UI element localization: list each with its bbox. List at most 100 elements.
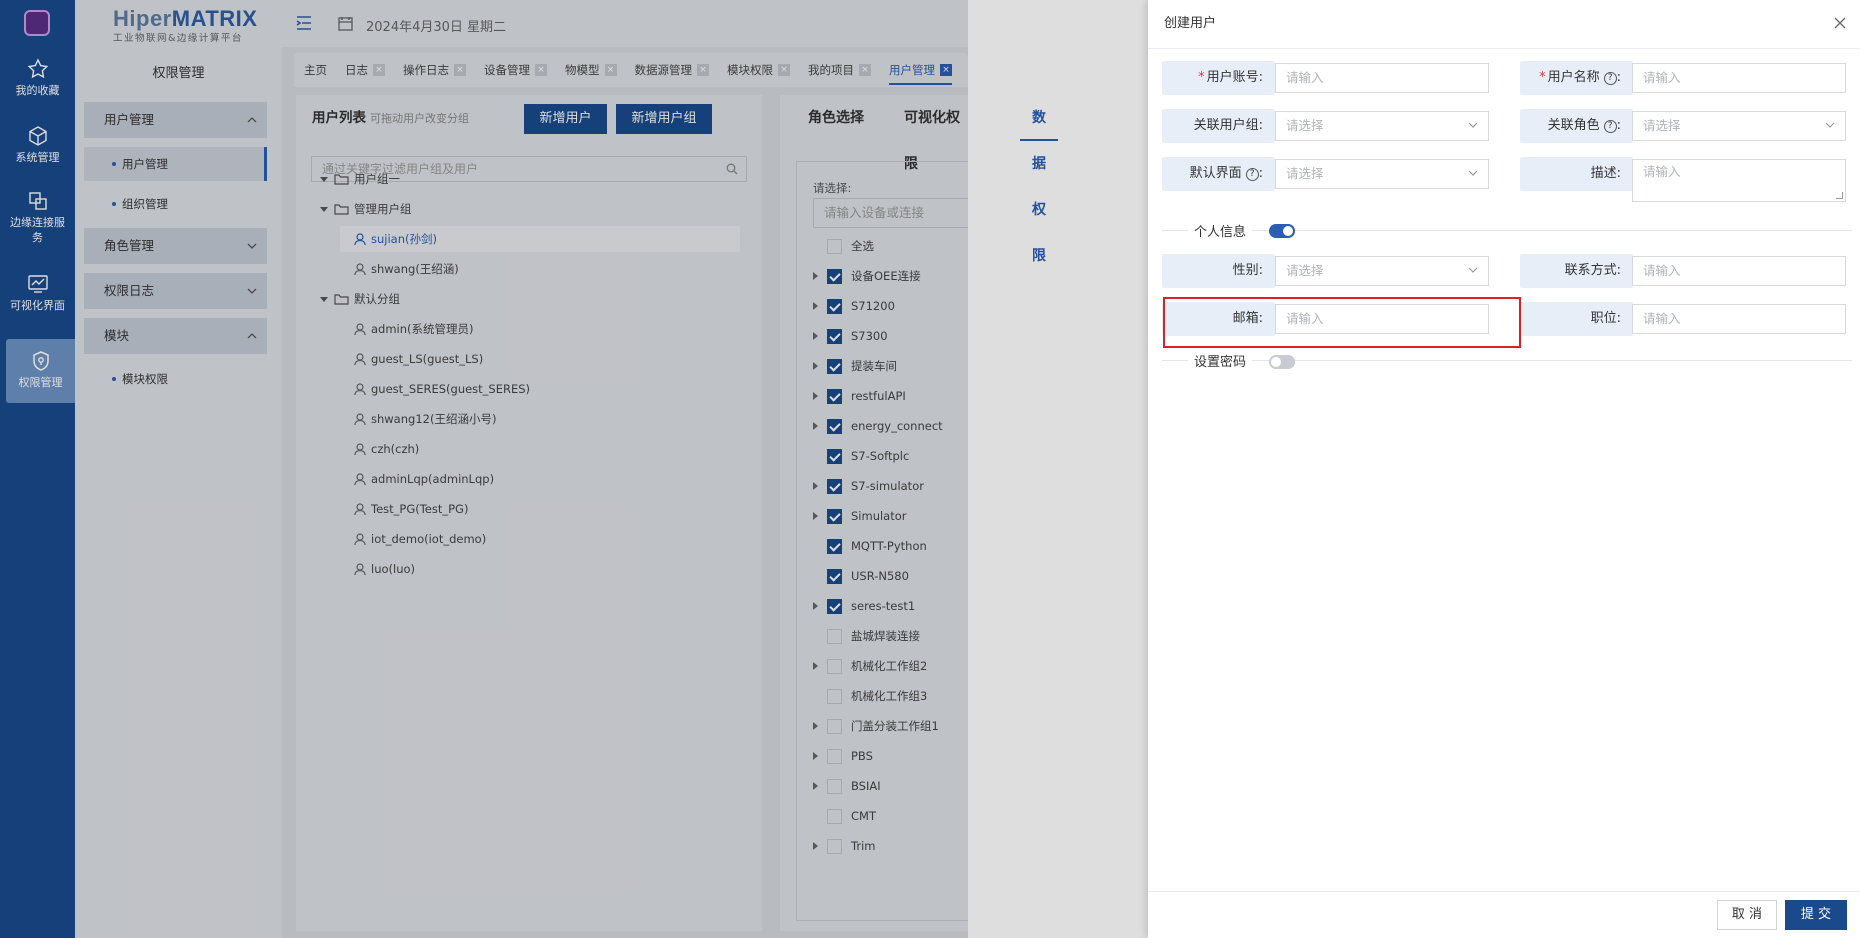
permission-item[interactable]: seres-test1 — [813, 591, 915, 621]
checkbox[interactable] — [827, 448, 842, 464]
checkbox[interactable] — [827, 598, 842, 614]
permission-item[interactable]: CMT — [827, 801, 876, 831]
contact-input[interactable]: 请输入 — [1632, 256, 1846, 286]
permission-item[interactable]: energy_connect — [813, 411, 943, 441]
tree-user[interactable]: admin(系统管理员) — [354, 316, 474, 342]
permission-item[interactable]: 设备OEE连接 — [813, 261, 921, 291]
tab-home[interactable]: 主页 — [304, 53, 327, 87]
caret-right-icon[interactable] — [813, 362, 818, 370]
caret-down-icon[interactable] — [320, 297, 328, 302]
device-search-input[interactable]: 请输入设备或连接 — [813, 198, 968, 228]
menu-collapse-icon[interactable] — [296, 16, 312, 30]
caret-right-icon[interactable] — [813, 752, 818, 760]
account-input[interactable]: 请输入 — [1275, 63, 1489, 93]
permission-item[interactable]: 提装车间 — [813, 351, 897, 381]
close-icon[interactable]: × — [373, 64, 385, 76]
permission-item[interactable]: Trim — [813, 831, 875, 861]
gender-select[interactable]: 请选择 — [1275, 256, 1489, 286]
permission-item[interactable]: S7300 — [813, 321, 888, 351]
caret-right-icon[interactable] — [813, 842, 818, 850]
tab-thing-model[interactable]: 物模型 × — [565, 53, 617, 87]
help-icon[interactable]: ? — [1603, 72, 1617, 85]
tab-log[interactable]: 日志 × — [345, 53, 385, 87]
checkbox[interactable] — [827, 388, 842, 404]
nav-group-user-mgmt[interactable]: 用户管理 — [84, 102, 267, 138]
tab-device-mgmt[interactable]: 设备管理 × — [484, 53, 547, 87]
permission-item[interactable]: S71200 — [813, 291, 895, 321]
caret-right-icon[interactable] — [813, 602, 818, 610]
caret-right-icon[interactable] — [813, 302, 818, 310]
rail-item-system[interactable]: 系统管理 — [0, 125, 75, 165]
tree-user[interactable]: shwang12(王绍涵小号) — [354, 406, 496, 432]
tree-group-default[interactable]: 默认分组 — [320, 286, 400, 312]
tree-user[interactable]: adminLqp(adminLqp) — [354, 466, 494, 492]
tree-group-1[interactable]: 用户组一 — [320, 166, 400, 192]
nav-group-role-mgmt[interactable]: 角色管理 — [84, 228, 267, 264]
nav-group-module[interactable]: 模块 — [84, 318, 267, 354]
tab-module-perm[interactable]: 模块权限 × — [727, 53, 790, 87]
checkbox[interactable] — [827, 328, 842, 344]
close-icon[interactable]: × — [604, 64, 617, 76]
close-icon[interactable]: × — [454, 64, 466, 76]
tree-user[interactable]: luo(luo) — [354, 556, 415, 582]
checkbox[interactable] — [827, 358, 842, 374]
checkbox[interactable] — [827, 508, 842, 524]
permission-item[interactable]: 机械化工作组3 — [827, 681, 927, 711]
personal-info-toggle[interactable] — [1269, 224, 1295, 238]
tree-group-admins[interactable]: 管理用户组 — [320, 196, 412, 222]
checkbox[interactable] — [827, 628, 842, 644]
position-input[interactable]: 请输入 — [1632, 304, 1846, 334]
username-input[interactable]: 请输入 — [1632, 63, 1846, 93]
nav-item-module-perm[interactable]: 模块权限 — [84, 362, 267, 396]
permission-item[interactable]: 盐城焊装连接 — [827, 621, 920, 651]
email-input[interactable]: 请输入 — [1275, 304, 1489, 334]
add-user-button[interactable]: 新增用户 — [524, 104, 607, 134]
checkbox[interactable] — [827, 778, 842, 794]
tab-data-perm[interactable]: 数据权限 — [1020, 95, 1058, 264]
caret-down-icon[interactable] — [320, 207, 328, 212]
permission-item[interactable]: PBS — [813, 741, 873, 771]
checkbox[interactable] — [827, 238, 842, 254]
caret-right-icon[interactable] — [813, 332, 818, 340]
tree-user[interactable]: iot_demo(iot_demo) — [354, 526, 486, 552]
close-icon[interactable]: × — [940, 64, 952, 76]
rail-item-edge[interactable]: 边缘连接服务 — [0, 190, 75, 245]
caret-right-icon[interactable] — [813, 512, 818, 520]
rail-item-visual[interactable]: 可视化界面 — [0, 273, 75, 313]
tree-user[interactable]: guest_LS(guest_LS) — [354, 346, 483, 372]
permission-item[interactable]: S7-simulator — [813, 471, 924, 501]
help-icon[interactable]: ? — [1603, 120, 1617, 133]
close-icon[interactable] — [1834, 17, 1846, 29]
close-icon[interactable]: × — [535, 64, 547, 76]
set-password-toggle[interactable] — [1269, 355, 1295, 369]
permission-item[interactable]: BSIAI — [813, 771, 881, 801]
close-icon[interactable]: × — [859, 64, 871, 76]
checkbox[interactable] — [827, 808, 842, 824]
caret-right-icon[interactable] — [813, 272, 818, 280]
tab-op-log[interactable]: 操作日志 × — [403, 53, 466, 87]
description-textarea[interactable]: 请输入 — [1632, 159, 1846, 202]
tree-user[interactable]: shwang(王绍涵) — [354, 256, 459, 282]
checkbox[interactable] — [827, 568, 842, 584]
tab-role-select[interactable]: 角色选择 — [808, 95, 864, 141]
nav-item-user-mgmt[interactable]: 用户管理 — [84, 147, 267, 181]
caret-down-icon[interactable] — [320, 177, 328, 182]
checkbox[interactable] — [827, 268, 842, 284]
user-group-select[interactable]: 请选择 — [1275, 111, 1489, 141]
close-icon[interactable]: × — [778, 64, 790, 76]
tree-user[interactable]: czh(czh) — [354, 436, 419, 462]
caret-right-icon[interactable] — [813, 392, 818, 400]
checkbox[interactable] — [827, 688, 842, 704]
permission-item[interactable]: Simulator — [813, 501, 907, 531]
help-icon[interactable]: ? — [1245, 168, 1259, 181]
checkbox[interactable] — [827, 748, 842, 764]
caret-right-icon[interactable] — [813, 722, 818, 730]
tab-visual-perm[interactable]: 可视化权限 — [904, 95, 968, 172]
submit-button[interactable]: 提 交 — [1785, 900, 1847, 930]
nav-group-perm-log[interactable]: 权限日志 — [84, 273, 267, 309]
tree-user-selected[interactable]: sujian(孙剑) — [340, 226, 740, 252]
permission-item[interactable]: 机械化工作组2 — [813, 651, 927, 681]
select-all-checkbox[interactable]: 全选 — [827, 231, 874, 261]
tree-user[interactable]: guest_SERES(guest_SERES) — [354, 376, 530, 402]
caret-right-icon[interactable] — [813, 662, 818, 670]
